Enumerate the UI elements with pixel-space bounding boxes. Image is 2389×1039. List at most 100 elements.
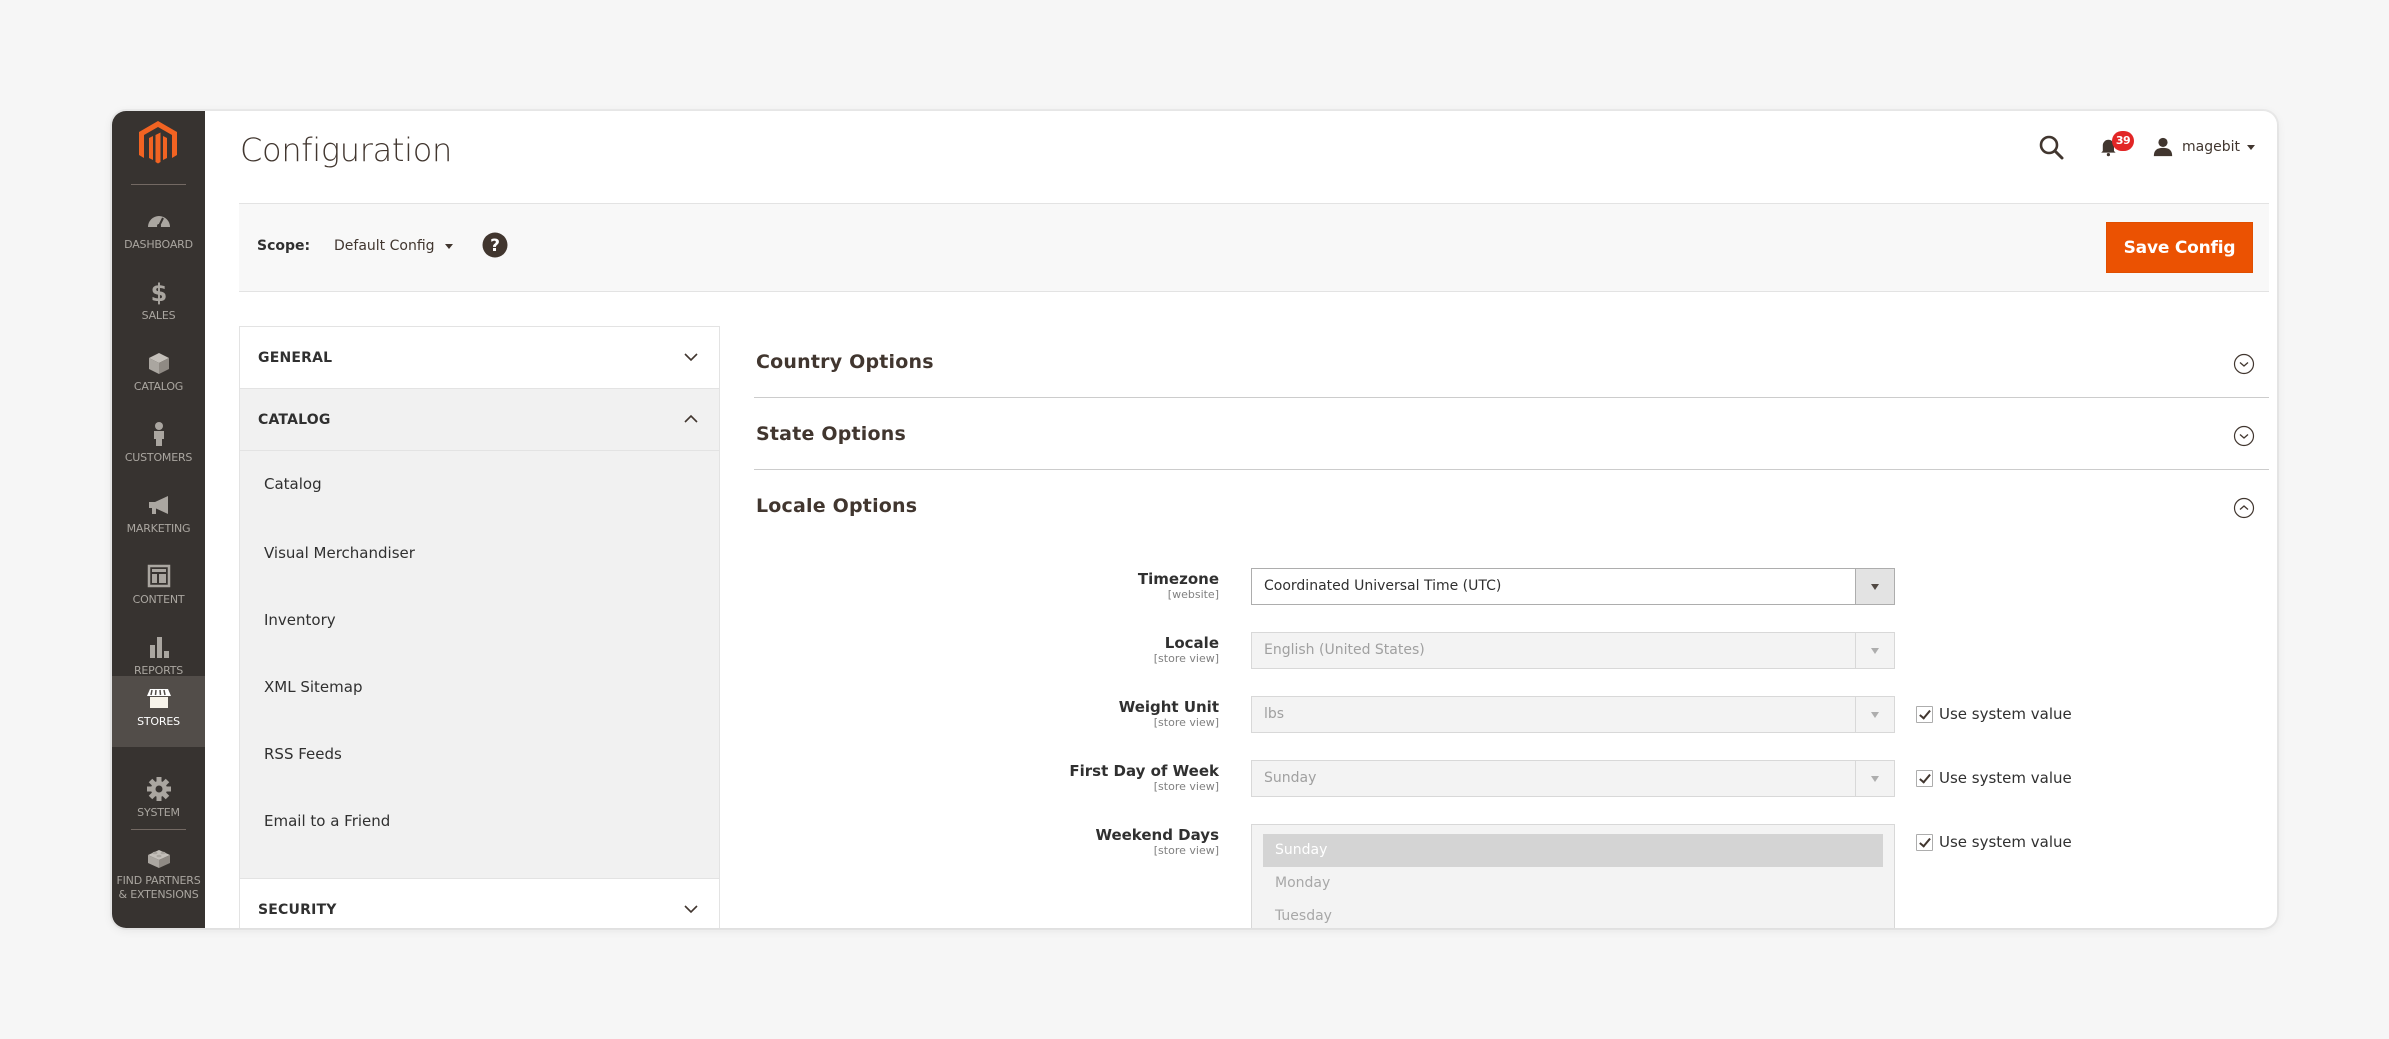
nav-label: Sales [141,309,176,322]
layout-icon [147,564,170,588]
config-item-email-to-friend[interactable]: Email to a Friend [240,787,719,854]
help-icon[interactable]: ? [482,232,508,258]
nav-label: Content [132,593,185,606]
dashboard-icon [147,216,170,228]
megaphone-icon [148,496,168,514]
user-menu[interactable]: magebit [2152,136,2255,158]
nav-item-marketing[interactable]: Marketing [112,483,205,554]
notifications-button[interactable]: 39 [2098,131,2135,162]
nav-item-sales[interactable]: $ Sales [112,270,205,341]
catalog-items: Catalog Visual Merchandiser Inventory XM… [240,451,719,879]
section-state-options[interactable]: State Options [754,398,2269,470]
section-locale-options[interactable]: Locale Options [754,470,2269,542]
field-locale: Locale [store view] English (United Stat… [754,632,2269,674]
option-sunday[interactable]: Sunday [1263,834,1883,867]
nav-item-find-partners[interactable]: Find Partners & Extensions [112,835,205,915]
config-item-rss-feeds[interactable]: RSS Feeds [240,720,719,787]
scope-bar: Scope: Default Config ? Save Config [239,203,2269,292]
storefront-icon [146,689,171,708]
scope-switcher[interactable]: Default Config [334,238,453,254]
select-value: English (United States) [1264,642,1425,658]
field-timezone: Timezone [website] Coordinated Universal… [754,568,2269,610]
dropdown-arrow-icon [1855,761,1894,796]
select-value: Sunday [1264,770,1317,786]
nav-item-catalog[interactable]: Catalog [112,341,205,412]
admin-sidebar: Dashboard $ Sales Catalog Customers [112,111,205,928]
nav-divider [131,184,186,185]
dollar-icon: $ [150,279,167,305]
nav-item-content[interactable]: Content [112,554,205,625]
expand-circle-icon [2233,425,2255,447]
bar-chart-icon [149,637,169,658]
weight-unit-select[interactable]: lbs [1251,696,1895,733]
nav-item-system[interactable]: System [112,767,205,838]
section-title: Locale Options [756,495,918,517]
use-system-value-weekend-days[interactable]: Use system value [1916,833,2072,851]
field-weight-unit: Weight Unit [store view] lbs Use system … [754,696,2269,738]
magento-logo-icon[interactable] [133,118,183,168]
scope-value: Default Config [334,238,435,254]
use-system-label: Use system value [1939,769,2072,787]
config-panel: Country Options State Options Locale Opt… [754,326,2269,928]
person-icon [153,422,164,446]
nav-item-dashboard[interactable]: Dashboard [112,199,205,270]
checkbox-checked[interactable] [1916,705,1933,723]
notifications-badge: 39 [2112,131,2135,151]
caret-down-icon [2247,144,2255,150]
weekend-days-multiselect[interactable]: Sunday Monday Tuesday [1251,824,1895,928]
option-monday[interactable]: Monday [1263,867,1883,900]
label-text: Weight Unit [1118,698,1219,716]
field-label: Weekend Days [store view] [919,826,1219,858]
section-country-options[interactable]: Country Options [754,326,2269,398]
section-title: CATALOG [258,411,331,428]
checkbox-checked[interactable] [1916,833,1933,851]
field-first-day-of-week: First Day of Week [store view] Sunday Us… [754,760,2269,802]
section-title: GENERAL [258,349,333,366]
scope-text: [store view] [1153,780,1219,793]
header-actions: 39 magebit [2036,131,2255,163]
page-title: Configuration [240,131,453,169]
section-title: State Options [756,422,907,445]
use-system-value-first-day[interactable]: Use system value [1916,769,2072,787]
use-system-value-weight-unit[interactable]: Use system value [1916,705,2072,723]
config-section-catalog[interactable]: CATALOG [240,389,719,451]
label-text: Timezone [1137,570,1219,588]
field-label: First Day of Week [store view] [919,762,1219,794]
scope-text: [store view] [1153,844,1219,857]
scope-text: [website] [1167,588,1219,601]
dropdown-arrow-icon [1855,569,1894,604]
config-section-general[interactable]: GENERAL [240,327,719,389]
label-text: Weekend Days [1095,826,1219,844]
option-tuesday[interactable]: Tuesday [1263,900,1883,928]
admin-window: Dashboard $ Sales Catalog Customers [112,111,2277,928]
config-item-xml-sitemap[interactable]: XML Sitemap [240,653,719,720]
config-item-catalog[interactable]: Catalog [240,469,719,519]
nav-label: Marketing [126,522,191,535]
nav-item-customers[interactable]: Customers [112,412,205,483]
field-label: Locale [store view] [919,635,1219,666]
search-icon[interactable] [2036,132,2066,162]
save-config-button[interactable]: Save Config [2106,222,2253,273]
chevron-down-icon [684,905,698,914]
nav-label: Dashboard [124,238,193,251]
dropdown-arrow-icon [1855,633,1894,668]
checkbox-checked[interactable] [1916,769,1933,787]
config-item-visual-merchandiser[interactable]: Visual Merchandiser [240,519,719,586]
timezone-select[interactable]: Coordinated Universal Time (UTC) [1251,568,1895,605]
svg-text:?: ? [490,236,500,256]
config-section-security[interactable]: SECURITY [240,879,719,928]
select-value: Coordinated Universal Time (UTC) [1264,578,1502,594]
use-system-label: Use system value [1939,705,2072,723]
chevron-up-icon [684,414,698,423]
section-title: Country Options [756,350,934,373]
nav-item-stores[interactable]: Stores [112,676,205,747]
config-item-inventory[interactable]: Inventory [240,586,719,653]
gear-icon [146,777,171,801]
dropdown-arrow-icon [1855,697,1894,732]
scope-text: [store view] [1153,716,1219,729]
locale-select[interactable]: English (United States) [1251,632,1895,669]
box-icon [148,353,169,374]
label-text: First Day of Week [1069,762,1219,780]
collapse-circle-icon [2233,497,2255,519]
first-day-select[interactable]: Sunday [1251,760,1895,797]
